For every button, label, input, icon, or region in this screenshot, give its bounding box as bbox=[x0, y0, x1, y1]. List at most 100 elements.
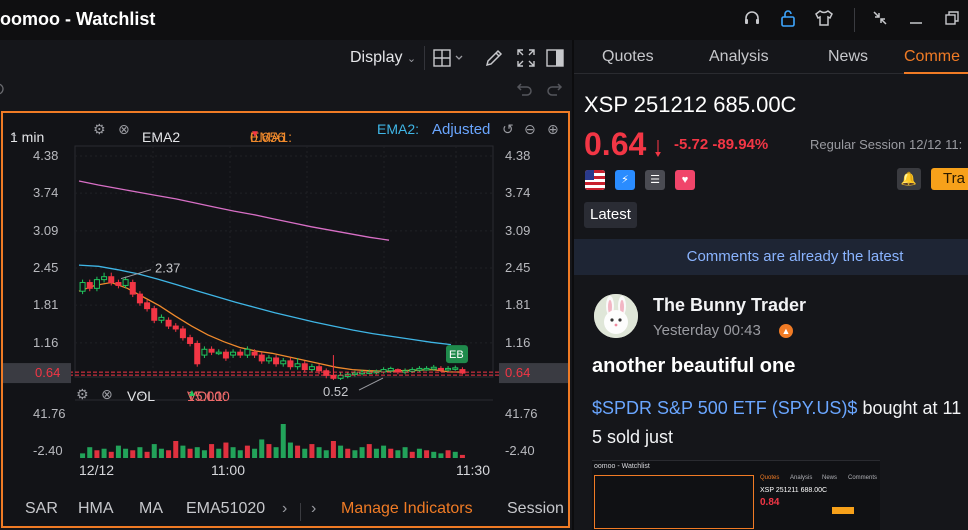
candle-body bbox=[394, 369, 401, 373]
tab-analysis[interactable]: Analysis bbox=[709, 48, 769, 66]
y-tick-label-left: 3.09 bbox=[33, 223, 58, 238]
minimize-icon[interactable] bbox=[905, 9, 927, 31]
bell-icon[interactable]: 🔔 bbox=[897, 168, 921, 190]
post-author[interactable]: The Bunny Trader bbox=[653, 295, 806, 316]
volume-bar bbox=[266, 444, 272, 458]
chevron-right-icon[interactable]: › bbox=[311, 500, 316, 518]
headset-icon[interactable] bbox=[741, 9, 763, 31]
panel-icon[interactable] bbox=[545, 48, 565, 68]
avatar[interactable] bbox=[594, 294, 638, 338]
display-button[interactable]: Display ⌄ bbox=[350, 49, 416, 67]
restore-icon[interactable] bbox=[941, 9, 963, 31]
tab-quotes[interactable]: Quotes bbox=[602, 48, 654, 66]
session-tab[interactable]: Session bbox=[507, 500, 564, 518]
volume-bar bbox=[230, 447, 236, 458]
close-icon[interactable]: ⊗ bbox=[101, 386, 113, 403]
indicator-ema51020[interactable]: EMA51020 bbox=[186, 500, 265, 518]
volume-bar bbox=[87, 447, 93, 458]
candle-body bbox=[165, 319, 172, 327]
layout-grid-icon[interactable] bbox=[433, 48, 467, 68]
candle-body bbox=[416, 367, 423, 371]
volume-bar bbox=[80, 453, 86, 458]
volume-tick-label-right: 41.76 bbox=[505, 406, 538, 421]
redo-icon[interactable] bbox=[545, 79, 565, 99]
arrow-down-icon: 🠓 bbox=[654, 136, 662, 161]
undo-icon[interactable] bbox=[514, 79, 534, 99]
candle-body bbox=[445, 367, 452, 371]
tab-news[interactable]: News bbox=[828, 48, 868, 66]
radio-icon bbox=[0, 79, 8, 99]
latest-filter-button[interactable]: Latest bbox=[584, 202, 637, 228]
post-stock-tag[interactable]: $SPDR S&P 500 ETF (SPY.US)$ bbox=[592, 398, 857, 418]
x-tick-label: 12/12 bbox=[79, 462, 114, 478]
candle-body bbox=[79, 282, 86, 292]
post-image[interactable]: oomoo - Watchlist Quotes Analysis News C… bbox=[592, 460, 880, 530]
candle-body bbox=[101, 276, 108, 281]
lock-icon[interactable] bbox=[777, 9, 799, 31]
candle-body bbox=[316, 366, 323, 372]
volume-bar bbox=[359, 447, 365, 458]
volume-bar bbox=[416, 448, 422, 458]
volume-bar bbox=[144, 451, 150, 458]
pencil-icon[interactable] bbox=[484, 48, 504, 68]
us-flag-icon bbox=[585, 170, 605, 190]
price-change: -5.72 -89.94% bbox=[674, 136, 769, 153]
title-bar: oomoo - Watchlist bbox=[0, 0, 968, 40]
volume-bar bbox=[252, 448, 258, 458]
collapse-icon[interactable] bbox=[869, 9, 891, 31]
active-tab-indicator bbox=[904, 72, 968, 74]
volume-bar bbox=[237, 450, 243, 458]
volume-bar bbox=[244, 445, 250, 458]
current-price-label-right: 0.64 bbox=[505, 365, 530, 380]
indicator-separator bbox=[300, 503, 301, 521]
candle-body bbox=[115, 282, 122, 286]
titlebar-separator bbox=[854, 8, 855, 32]
volume-bar bbox=[409, 451, 415, 458]
trade-button[interactable]: Tra bbox=[931, 168, 968, 190]
heart-icon[interactable]: ♥ bbox=[675, 170, 695, 190]
volume-bar bbox=[287, 442, 293, 458]
gear-icon[interactable]: ⚙ bbox=[76, 386, 89, 403]
volume-bar bbox=[395, 450, 401, 458]
fullscreen-icon[interactable] bbox=[516, 48, 536, 68]
candle-body bbox=[380, 369, 387, 373]
volume-bar bbox=[459, 454, 465, 458]
manage-indicators-link[interactable]: Manage Indicators bbox=[341, 500, 473, 518]
candle-body bbox=[337, 374, 344, 379]
volume-bar bbox=[302, 448, 308, 458]
y-tick-label-right: 1.16 bbox=[505, 335, 530, 350]
y-tick-label-left: 3.74 bbox=[33, 185, 58, 200]
candle-body bbox=[237, 351, 244, 356]
bookmark-icon[interactable]: ☰ bbox=[645, 170, 665, 190]
indicator-bar: SAR HMA MA EMA51020 › › Manage Indicator… bbox=[3, 494, 568, 526]
y-tick-label-left: 2.45 bbox=[33, 260, 58, 275]
price-chart[interactable]: 4.38 4.38 3.74 3.74 3.09 3.09 2.45 2.45 1.81 1.81… bbox=[3, 113, 568, 526]
candle-body bbox=[93, 279, 100, 289]
volume-bar bbox=[115, 445, 121, 458]
shirt-icon[interactable] bbox=[813, 9, 835, 31]
candle-body bbox=[172, 325, 179, 330]
candle-body bbox=[244, 348, 251, 356]
lightning-icon[interactable]: ⚡ bbox=[615, 170, 635, 190]
volume-bar bbox=[259, 439, 265, 458]
toolbar-separator bbox=[424, 46, 425, 70]
chart-panel[interactable]: 1 min ⌄ ⚙ ⊗ EMA2 ⌄ EMA1: 0.656 ▼ EMA2: A… bbox=[1, 111, 570, 528]
indicator-ma[interactable]: MA bbox=[139, 500, 163, 518]
candle-body bbox=[301, 363, 308, 371]
tab-comments[interactable]: Comme bbox=[904, 48, 960, 66]
chevron-right-icon[interactable]: › bbox=[282, 500, 287, 518]
indicator-sar[interactable]: SAR bbox=[25, 500, 58, 518]
volume-bar bbox=[137, 447, 143, 458]
volume-bar bbox=[187, 448, 193, 458]
current-price-label-left: 0.64 bbox=[35, 365, 60, 380]
candle-body bbox=[351, 372, 358, 376]
thumb-tab-quotes: Quotes bbox=[760, 475, 780, 481]
fire-icon: ▲ bbox=[779, 324, 793, 338]
volume-bar bbox=[388, 448, 394, 458]
indicator-hma[interactable]: HMA bbox=[78, 500, 114, 518]
post-body-text: bought at 11 bbox=[857, 398, 962, 418]
volume-bar bbox=[101, 448, 107, 458]
detail-tabs: Quotes Analysis News Comme bbox=[574, 40, 968, 74]
candle-body bbox=[179, 328, 186, 339]
candle-body bbox=[187, 337, 194, 344]
